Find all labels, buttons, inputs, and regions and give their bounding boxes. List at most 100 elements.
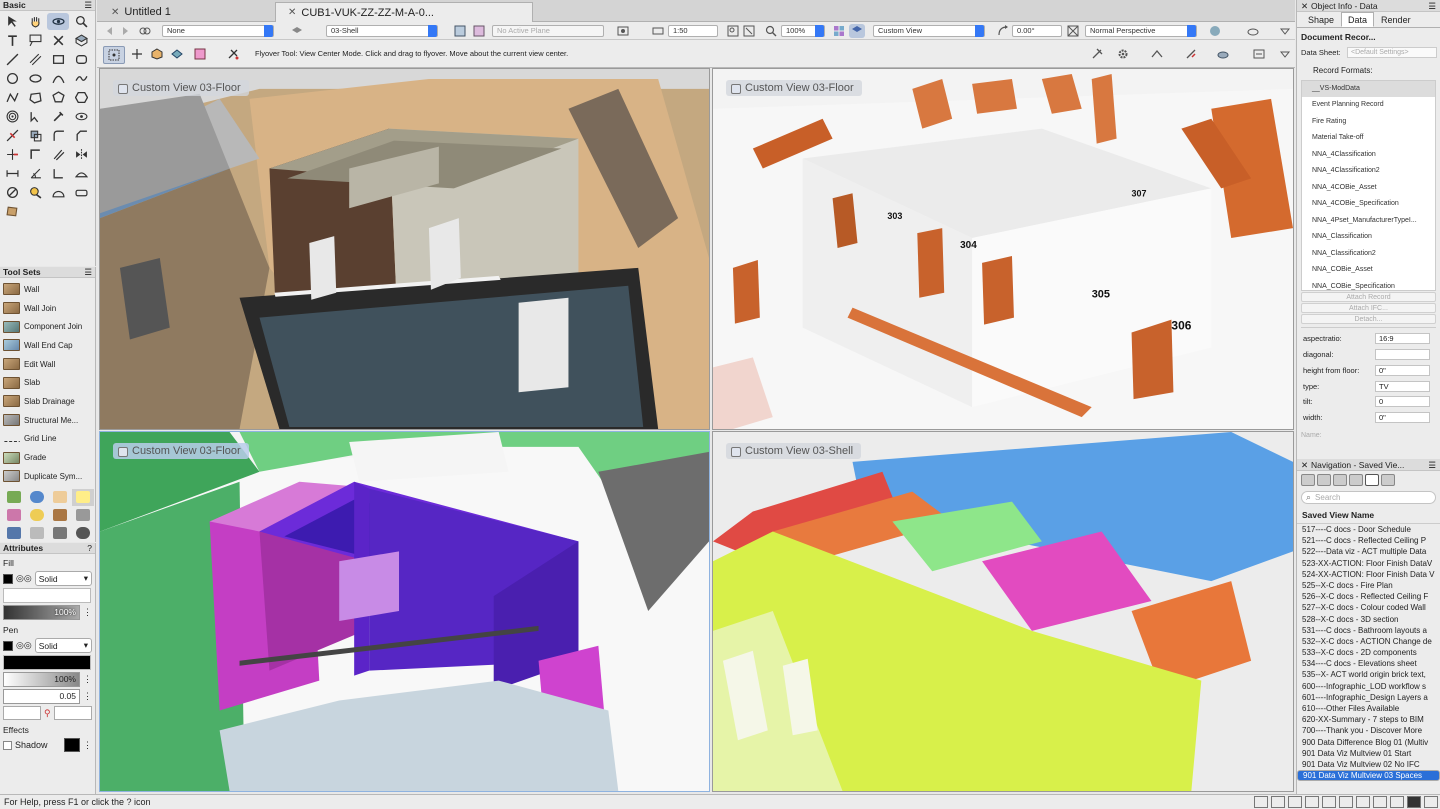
tool-grade[interactable]: Grade: [0, 448, 95, 467]
more-icon[interactable]: ⋮: [83, 740, 92, 751]
hamburger-icon[interactable]: ☰: [1428, 459, 1436, 471]
flyover-options-icon[interactable]: [225, 47, 241, 61]
arbitrary-center-mode-icon[interactable]: [129, 47, 145, 61]
snap-loci-icon[interactable]: [1390, 796, 1404, 808]
landscape-set-icon[interactable]: [49, 507, 71, 524]
field-value[interactable]: [1375, 348, 1430, 360]
glasses-icon[interactable]: ◎◎: [16, 573, 32, 584]
pen-opacity-bar[interactable]: 100%: [3, 672, 80, 687]
zoom-icon[interactable]: [763, 24, 779, 38]
list-item[interactable]: 900 Data Difference Blog 01 (Multiv: [1297, 737, 1440, 748]
stake-tool-icon[interactable]: [70, 32, 92, 49]
eyedropper-tool-icon[interactable]: [47, 108, 69, 125]
snap-icon[interactable]: [615, 24, 631, 38]
object-center-mode-icon[interactable]: [149, 47, 165, 61]
scale-bar-tool-icon[interactable]: [70, 184, 92, 201]
radial-dim-tool-icon[interactable]: [70, 165, 92, 182]
list-item[interactable]: NNA_4COBie_Specification: [1302, 196, 1435, 213]
search-field[interactable]: ⌕ Search: [1301, 491, 1436, 504]
furniture-set-icon[interactable]: [3, 507, 25, 524]
hamburger-icon[interactable]: ☰: [1428, 0, 1436, 12]
list-item-selected[interactable]: 901 Data Viz Multview 03 Spaces: [1297, 770, 1440, 782]
end-marker-select[interactable]: [53, 706, 92, 720]
building-shell-set-icon[interactable]: [3, 489, 25, 506]
pen-preview[interactable]: [3, 655, 91, 670]
help-icon[interactable]: ?: [87, 543, 92, 554]
no-entry-tool-icon[interactable]: [1, 184, 23, 201]
tool-edit-wall[interactable]: Edit Wall: [0, 355, 95, 374]
callout-tool-icon[interactable]: [24, 32, 46, 49]
offset-tool-icon[interactable]: [47, 146, 69, 163]
viewport-top-right[interactable]: 303 304 305 306 307 Custom View 03-Floor: [712, 68, 1294, 430]
detach-button[interactable]: Detach...: [1301, 313, 1436, 324]
more-icon[interactable]: ⋮: [83, 691, 92, 702]
list-item[interactable]: 524-XX-ACTION: Floor Finish Data V: [1297, 569, 1440, 580]
line-tool-icon[interactable]: [1, 51, 23, 68]
pen-style-select[interactable]: Solid ▾: [34, 638, 92, 653]
connect-tool-icon[interactable]: [24, 146, 46, 163]
viewport-top-left[interactable]: Custom View 03-Floor: [99, 68, 710, 430]
list-item[interactable]: 531----C docs - Bathroom layouts a: [1297, 625, 1440, 636]
glasses-icon[interactable]: ◎◎: [16, 640, 32, 651]
snap-tangent-icon[interactable]: [1339, 796, 1353, 808]
layer-options-icon[interactable]: [289, 24, 305, 38]
rectangle-tool-icon[interactable]: [47, 51, 69, 68]
viewport-bottom-right[interactable]: Custom View 03-Shell: [712, 431, 1294, 792]
lighting-set-icon[interactable]: [26, 507, 48, 524]
list-item[interactable]: 517----C docs - Door Schedule: [1297, 524, 1440, 535]
snap-object-icon[interactable]: [1271, 796, 1285, 808]
start-marker-select[interactable]: [3, 706, 41, 720]
reshape-tool-icon[interactable]: [24, 108, 46, 125]
list-item[interactable]: NNA_4Classification2: [1302, 163, 1435, 180]
field-value[interactable]: 16:9: [1375, 333, 1430, 345]
visualization-set-icon[interactable]: [72, 507, 94, 524]
tool-wall-join[interactable]: Wall Join: [0, 299, 95, 318]
list-item[interactable]: 522----Data viz - ACT multiple Data: [1297, 546, 1440, 557]
shadow-color-swatch[interactable]: [64, 738, 80, 752]
list-item[interactable]: NNA_COBie_Asset: [1302, 262, 1435, 279]
view-center-mode-icon[interactable]: [103, 46, 125, 64]
list-item[interactable]: NNA_COBie_Specification: [1302, 279, 1435, 290]
saved-views-tab-icon[interactable]: [1365, 474, 1379, 486]
class-options-icon[interactable]: [137, 24, 153, 38]
mirror-tool-icon[interactable]: [70, 146, 92, 163]
planar-icon[interactable]: [452, 24, 468, 38]
list-item[interactable]: 521----C docs - Reflected Ceiling P: [1297, 535, 1440, 546]
text-tool-icon[interactable]: [1, 32, 23, 49]
detailing-set-icon[interactable]: [72, 488, 94, 506]
back-icon[interactable]: [102, 24, 118, 38]
tool-wall[interactable]: Wall: [0, 280, 95, 299]
list-item[interactable]: NNA_4Pset_ManufacturerTypeI...: [1302, 213, 1435, 230]
fill-style-select[interactable]: Solid ▾: [34, 571, 92, 586]
clip-tool-icon[interactable]: [24, 127, 46, 144]
tool-slab[interactable]: Slab: [0, 373, 95, 392]
settings-set-icon[interactable]: [72, 525, 94, 542]
site-set-icon[interactable]: [26, 489, 48, 506]
list-item[interactable]: NNA_Classification2: [1302, 246, 1435, 263]
hexagon-tool-icon[interactable]: [70, 89, 92, 106]
field-value[interactable]: TV: [1375, 380, 1430, 392]
list-item[interactable]: Fire Rating: [1302, 114, 1435, 131]
list-item[interactable]: NNA_4Classification: [1302, 147, 1435, 164]
hamburger-icon[interactable]: ☰: [84, 267, 92, 278]
more-icon[interactable]: ⋮: [83, 607, 92, 618]
layer-select[interactable]: 03-Shell: [326, 25, 438, 37]
flyover-speed-icon[interactable]: [1251, 47, 1267, 61]
list-item[interactable]: __VS-ModData: [1302, 80, 1435, 98]
camera-match-icon[interactable]: [1149, 47, 1165, 61]
close-icon[interactable]: ✕: [111, 7, 119, 18]
dimension-tool-icon[interactable]: [1, 165, 23, 182]
tab-untitled-1[interactable]: ✕ Untitled 1: [99, 2, 275, 22]
snap-angle-icon[interactable]: [1288, 796, 1302, 808]
more-icon[interactable]: ⋮: [83, 674, 92, 685]
selection-tool-icon[interactable]: [1, 13, 23, 30]
field-value[interactable]: 0: [1375, 396, 1430, 408]
pen-color-swatch[interactable]: [3, 640, 13, 651]
lighting-options-icon[interactable]: [1245, 24, 1261, 38]
view-icon[interactable]: [849, 24, 865, 38]
zoom-tool-icon[interactable]: [70, 13, 92, 30]
snap-surface-icon[interactable]: [1373, 796, 1387, 808]
spiral-tool-icon[interactable]: [1, 108, 23, 125]
fill-opacity-bar[interactable]: 100%: [3, 605, 80, 620]
angular-dim-tool-icon[interactable]: [24, 165, 46, 182]
